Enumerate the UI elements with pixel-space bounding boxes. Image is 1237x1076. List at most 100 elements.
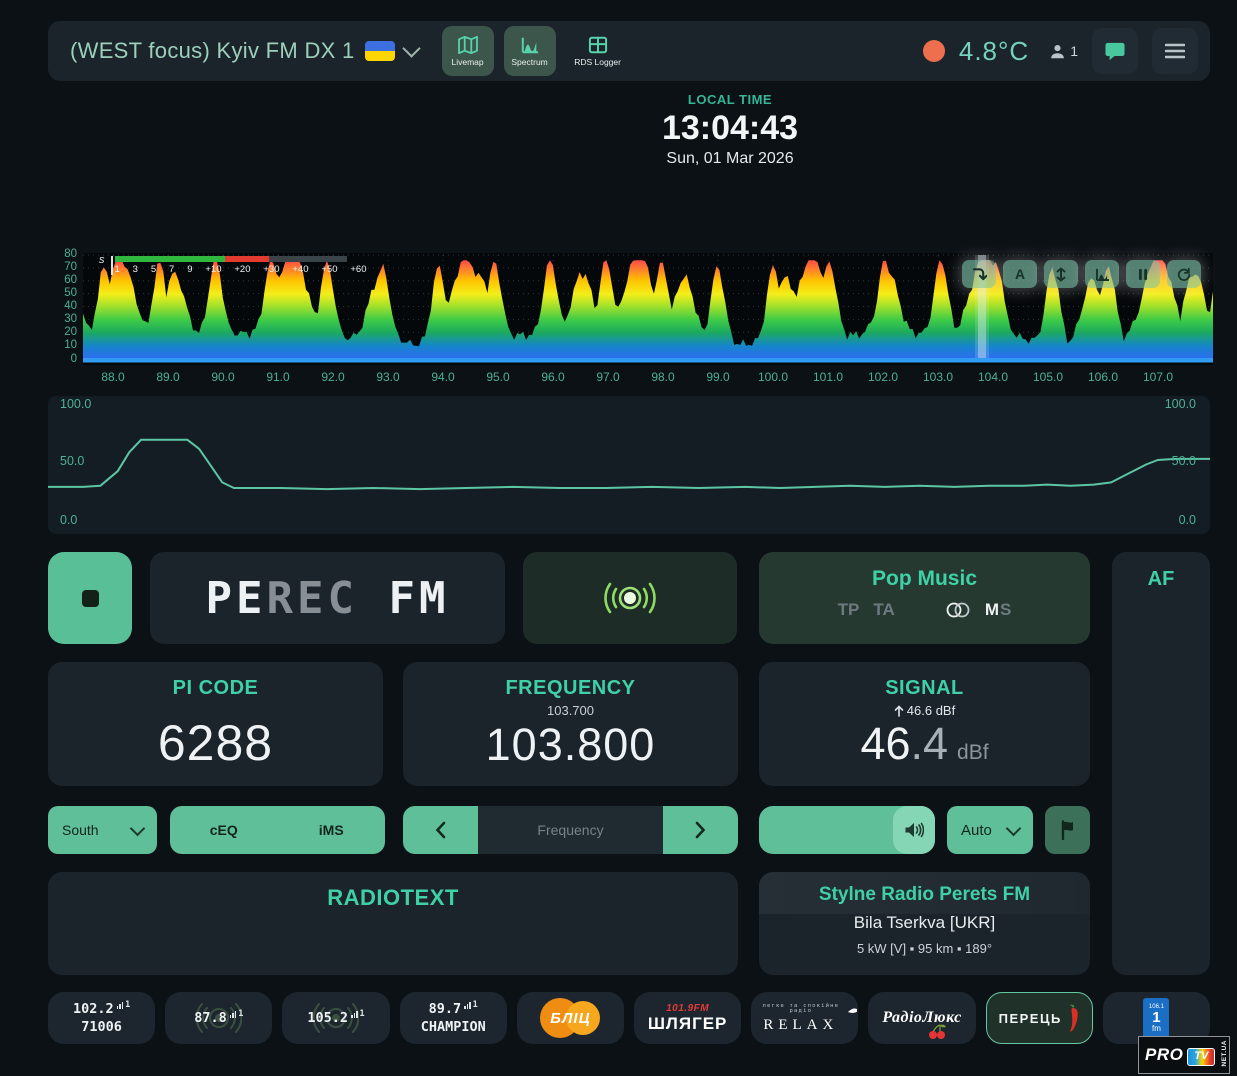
status-dot	[923, 40, 945, 62]
preset-stations-row: 102.2171006 87.81 105.2189.71CHAMPIONБЛІ…	[48, 992, 1210, 1044]
temperature[interactable]: 4.8°C	[959, 36, 1029, 67]
livemap-button[interactable]: Livemap	[442, 26, 494, 76]
s-meter-tick: 5	[151, 264, 156, 275]
volume-handle[interactable]	[893, 806, 935, 854]
spectrum-y-tick: 40	[55, 301, 77, 313]
protv-tv-text: TV	[1187, 1050, 1215, 1062]
rds-flags: TP TA M S	[759, 600, 1090, 620]
eq-toggle-button[interactable]: cEQ	[170, 821, 278, 839]
spectrum-x-tick: 107.0	[1143, 370, 1173, 384]
s-meter-tick: 3	[133, 264, 138, 275]
station-info-panel: Stylne Radio Perets FM Bila Tserkva [UKR…	[759, 872, 1090, 975]
protv-net-text: NET.UA	[1221, 1040, 1228, 1066]
chevron-down-icon	[130, 820, 146, 836]
preset-button-102.2[interactable]: 102.2171006	[48, 992, 155, 1044]
ps-name-panel: PEREC FM	[150, 552, 505, 644]
signal-unit: dBf	[957, 741, 989, 765]
frequency-input[interactable]	[478, 806, 663, 854]
history-y-tick: 100.0	[60, 397, 91, 411]
spectrum-plot[interactable]: s 13579+10+20+30+40+50+60 A	[83, 253, 1213, 365]
spectrum-y-tick: 80	[55, 249, 77, 261]
preset-button-RELAX[interactable]: легке та спокійне радіоRELAX	[751, 992, 858, 1044]
report-flag-button[interactable]	[1045, 806, 1090, 854]
refresh-button[interactable]	[1167, 260, 1201, 288]
spectrum-x-tick: 92.0	[321, 370, 344, 384]
server-title-dropdown[interactable]: (WEST focus) Kyiv FM DX 1	[70, 38, 418, 64]
spectrum-y-tick: 10	[55, 340, 77, 352]
spectrum-x-tick: 93.0	[376, 370, 399, 384]
pause-button[interactable]	[1126, 260, 1160, 288]
volume-slider[interactable]	[759, 806, 935, 854]
ps-segment: PE	[206, 573, 267, 624]
signal-decimal: .4	[911, 718, 949, 770]
chart-icon	[520, 36, 540, 54]
spectrum-y-axis: 80706050403020100	[55, 249, 77, 365]
history-y-tick: 50.0	[60, 454, 84, 468]
top-bar-right: 4.8°C 1	[923, 28, 1198, 74]
radiotext-label: RADIOTEXT	[48, 885, 738, 911]
hamburger-icon	[1165, 43, 1185, 59]
scroll-down-button[interactable]	[962, 260, 996, 288]
spectrum-button[interactable]: Spectrum	[504, 26, 556, 76]
top-bar: (WEST focus) Kyiv FM DX 1 Livemap Spectr…	[48, 21, 1210, 81]
stop-playback-button[interactable]	[48, 552, 132, 644]
chevron-down-icon	[402, 39, 420, 57]
s-meter-tick: +40	[292, 264, 308, 275]
s-meter-tick: 7	[169, 264, 174, 275]
antenna-bars-icon: 1	[230, 1010, 244, 1019]
table-icon	[588, 36, 608, 54]
station-details: 5 kW [V] ▪ 95 km ▪ 189°	[759, 941, 1090, 956]
frequency-up-button[interactable]	[663, 806, 738, 854]
local-date: Sun, 01 Mar 2026	[425, 150, 1035, 168]
rds-logger-button[interactable]: RDS Logger	[566, 26, 630, 76]
mono-flag: M	[985, 600, 999, 620]
fm-1061-logo: 106.11fm	[1143, 998, 1169, 1038]
arrows-vertical-icon	[1055, 267, 1067, 282]
preset-button-РадіоЛюкс[interactable]: РадіоЛюкс	[868, 992, 975, 1044]
top-nav: Livemap Spectrum RDS Logger	[442, 26, 630, 76]
menu-button[interactable]	[1152, 28, 1198, 74]
s-meter-tick: +20	[234, 264, 250, 275]
preset-button-ШЛЯГЕР[interactable]: 101.9FMШЛЯГЕР	[634, 992, 741, 1044]
s-meter-bar: 13579+10+20+30+40+50+60	[111, 256, 367, 275]
refresh-icon	[1177, 267, 1191, 281]
autoscale-button[interactable]: A	[1003, 260, 1037, 288]
spectrum-x-tick: 99.0	[706, 370, 729, 384]
antenna-select[interactable]: South	[48, 806, 157, 854]
spectrum-y-tick: 20	[55, 327, 77, 339]
preset-button-105.2[interactable]: 105.21	[282, 992, 389, 1044]
stereo-icon	[945, 601, 971, 619]
audio-status-panel[interactable]	[523, 552, 737, 644]
chat-button[interactable]	[1092, 28, 1138, 74]
fit-height-button[interactable]	[1044, 260, 1078, 288]
autoscale-label: A	[1015, 266, 1025, 282]
pty-genre: Pop Music	[759, 567, 1090, 591]
graph-mode-button[interactable]	[1085, 260, 1119, 288]
antenna-bars-icon: 1	[117, 1001, 131, 1010]
person-icon	[1049, 43, 1066, 60]
ims-toggle-button[interactable]: iMS	[278, 821, 386, 839]
frequency-down-button[interactable]	[403, 806, 478, 854]
tp-flag: TP	[838, 600, 860, 620]
chevron-right-icon	[695, 821, 706, 839]
s-meter-tick: +30	[263, 264, 279, 275]
shlyager-logo: 101.9FMШЛЯГЕР	[648, 1004, 728, 1032]
spectrum-x-axis: 88.089.090.091.092.093.094.095.096.097.0…	[83, 370, 1213, 388]
spectrum-x-tick: 106.0	[1088, 370, 1118, 384]
pi-code-value: 6288	[48, 714, 383, 772]
preset-button-БЛІЦ[interactable]: БЛІЦ	[517, 992, 624, 1044]
scan-mode-select[interactable]: Auto	[947, 806, 1033, 854]
signal-panel: SIGNAL 46.6 dBf 46 .4 dBf	[759, 662, 1090, 786]
preset-button-87.8[interactable]: 87.81	[165, 992, 272, 1044]
pepper-icon	[1067, 1004, 1080, 1032]
antenna-value: South	[62, 822, 99, 838]
spectrum-x-tick: 103.0	[923, 370, 953, 384]
preset-button-89.7[interactable]: 89.71CHAMPION	[400, 992, 507, 1044]
speaker-icon	[904, 822, 924, 838]
spectrum-y-tick: 50	[55, 288, 77, 300]
spectrum-x-tick: 97.0	[596, 370, 619, 384]
pi-code-panel: PI CODE 6288	[48, 662, 383, 786]
preset-button-ПЕРЕЦЬ[interactable]: ПЕРЕЦЬ	[986, 992, 1093, 1044]
frequency-panel: FREQUENCY 103.700 103.800	[403, 662, 738, 786]
ukraine-flag-icon	[365, 41, 395, 61]
